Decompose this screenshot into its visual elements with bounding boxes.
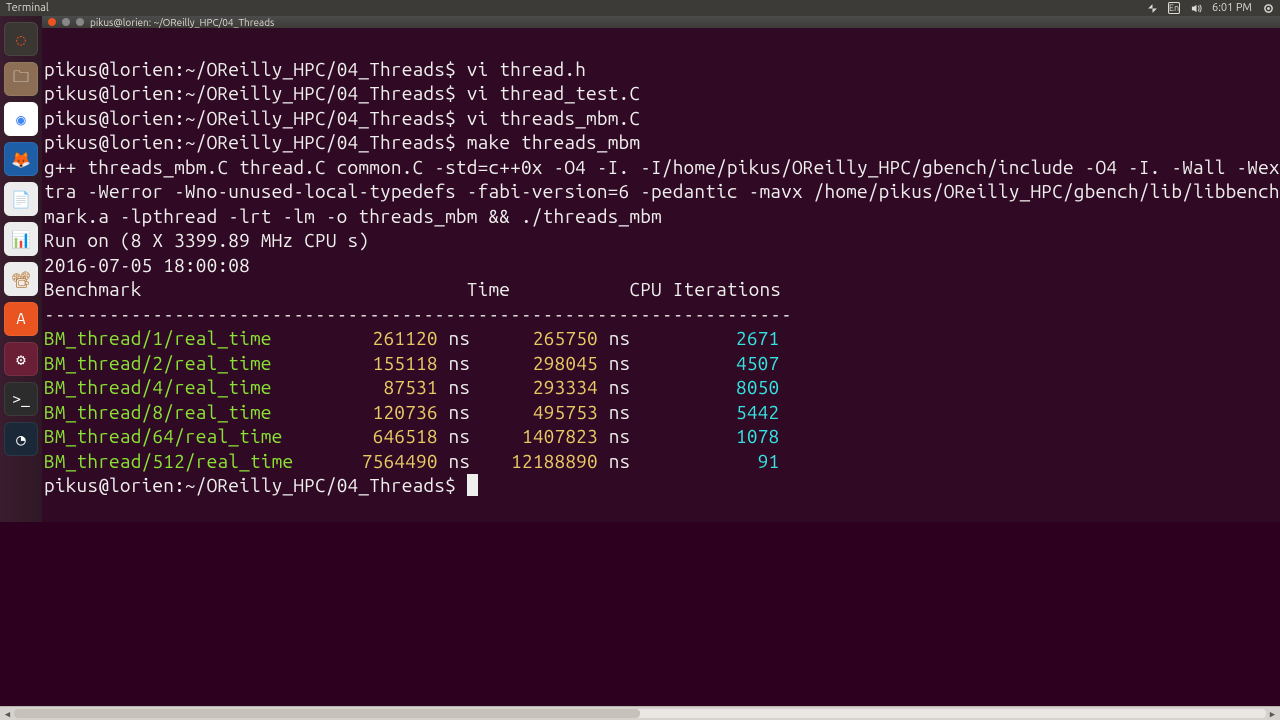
prompt: pikus@lorien:~/OReilly_HPC/04_Threads$ — [44, 131, 467, 153]
bench-row: BM_thread/4/real_time87531 ns293334 ns80… — [44, 375, 1280, 400]
bench-cpu: 495753 — [470, 400, 598, 425]
bench-unit: ns — [449, 450, 471, 472]
bench-row: BM_thread/64/real_time646518 ns1407823 n… — [44, 424, 1280, 449]
scroll-left-icon[interactable]: ◀ — [2, 709, 13, 719]
bench-iters: 91 — [630, 449, 779, 474]
window-title: pikus@lorien: ~/OReilly_HPC/04_Threads — [90, 17, 274, 28]
bench-iters: 1078 — [630, 424, 779, 449]
bench-row: BM_thread/512/real_time7564490 ns1218889… — [44, 449, 1280, 474]
bench-cpu: 298045 — [470, 351, 598, 376]
clock[interactable]: 6:01 PM — [1212, 2, 1252, 14]
launcher-impress[interactable]: 📽 — [4, 262, 38, 296]
bench-time: 7564490 — [321, 449, 438, 474]
launcher-firefox[interactable]: 🦊 — [4, 142, 38, 176]
bench-time: 87531 — [321, 375, 438, 400]
bench-time: 155118 — [321, 351, 438, 376]
terminal-viewport[interactable]: pikus@lorien:~/OReilly_HPC/04_Threads$ v… — [42, 28, 1280, 522]
prompt: pikus@lorien:~/OReilly_HPC/04_Threads$ — [44, 82, 467, 104]
bench-iters: 8050 — [630, 375, 779, 400]
command: vi thread_test.C — [467, 82, 640, 104]
bench-unit: ns — [449, 352, 471, 374]
close-icon[interactable] — [48, 18, 56, 26]
minimize-icon[interactable] — [62, 18, 70, 26]
launcher-calc[interactable]: 📊 — [4, 222, 38, 256]
top-menubar: Terminal En 6:01 PM — [0, 0, 1280, 16]
bench-time: 120736 — [321, 400, 438, 425]
bench-unit: ns — [449, 376, 471, 398]
launcher-chrome[interactable]: ◉ — [4, 102, 38, 136]
launcher-writer[interactable]: 📄 — [4, 182, 38, 216]
bench-header: Benchmark Time CPU Iterations — [44, 278, 781, 300]
bench-cpu-unit: ns — [609, 327, 631, 349]
bench-name: BM_thread/512/real_time — [44, 449, 321, 474]
bench-iters: 5442 — [630, 400, 779, 425]
run-info: Run on (8 X 3399.89 MHz CPU s) — [44, 229, 369, 251]
bench-separator: ----------------------------------------… — [44, 303, 792, 325]
bench-time: 261120 — [321, 326, 438, 351]
bench-time: 646518 — [321, 424, 438, 449]
bench-name: BM_thread/64/real_time — [44, 424, 321, 449]
session-gear-icon[interactable] — [1262, 2, 1274, 14]
app-title: Terminal — [6, 2, 49, 14]
unity-launcher: ◌ 🗀 ◉ 🦊 📄 📊 📽 A ⚙ >_ ◔ — [0, 16, 42, 522]
bench-row: BM_thread/2/real_time155118 ns298045 ns4… — [44, 351, 1280, 376]
bench-cpu-unit: ns — [609, 450, 631, 472]
launcher-steam[interactable]: ◔ — [4, 422, 38, 456]
bench-row: BM_thread/8/real_time120736 ns495753 ns5… — [44, 400, 1280, 425]
horizontal-scrollbar[interactable]: ◀ ▶ — [0, 706, 1280, 720]
launcher-terminal[interactable]: >_ — [4, 382, 38, 416]
bench-cpu-unit: ns — [609, 376, 631, 398]
compiler-output: g++ threads_mbm.C thread.C common.C -std… — [44, 156, 1280, 227]
prompt: pikus@lorien:~/OReilly_HPC/04_Threads$ — [44, 474, 467, 496]
bench-cpu-unit: ns — [609, 401, 631, 423]
launcher-files[interactable]: 🗀 — [4, 62, 38, 96]
prompt: pikus@lorien:~/OReilly_HPC/04_Threads$ — [44, 58, 467, 80]
launcher-settings[interactable]: ⚙ — [4, 342, 38, 376]
launcher-dash[interactable]: ◌ — [4, 22, 38, 56]
sound-icon[interactable] — [1190, 2, 1202, 14]
bench-name: BM_thread/1/real_time — [44, 326, 321, 351]
run-timestamp: 2016-07-05 18:00:08 — [44, 254, 250, 276]
bench-cpu: 265750 — [470, 326, 598, 351]
command: vi thread.h — [467, 58, 586, 80]
scrollbar-track[interactable] — [14, 709, 1266, 718]
bench-cpu: 12188890 — [470, 449, 598, 474]
bench-name: BM_thread/4/real_time — [44, 375, 321, 400]
bench-cpu: 293334 — [470, 375, 598, 400]
window-titlebar[interactable]: pikus@lorien: ~/OReilly_HPC/04_Threads — [42, 16, 1280, 28]
bench-unit: ns — [449, 425, 471, 447]
bench-iters: 4507 — [630, 351, 779, 376]
launcher-software[interactable]: A — [4, 302, 38, 336]
bench-row: BM_thread/1/real_time261120 ns265750 ns2… — [44, 326, 1280, 351]
bench-cpu: 1407823 — [470, 424, 598, 449]
bench-cpu-unit: ns — [609, 425, 631, 447]
cursor — [467, 474, 478, 496]
network-icon[interactable] — [1146, 2, 1158, 14]
prompt: pikus@lorien:~/OReilly_HPC/04_Threads$ — [44, 107, 467, 129]
bench-iters: 2671 — [630, 326, 779, 351]
bench-cpu-unit: ns — [609, 352, 631, 374]
command: make threads_mbm — [467, 131, 640, 153]
maximize-icon[interactable] — [76, 18, 84, 26]
bench-name: BM_thread/2/real_time — [44, 351, 321, 376]
bench-name: BM_thread/8/real_time — [44, 400, 321, 425]
bench-unit: ns — [449, 327, 471, 349]
scroll-right-icon[interactable]: ▶ — [1267, 709, 1278, 719]
scrollbar-thumb[interactable] — [14, 709, 640, 718]
command: vi threads_mbm.C — [467, 107, 640, 129]
keyboard-indicator-icon[interactable]: En — [1168, 2, 1180, 14]
bench-unit: ns — [449, 401, 471, 423]
indicator-area: En 6:01 PM — [1146, 2, 1274, 14]
